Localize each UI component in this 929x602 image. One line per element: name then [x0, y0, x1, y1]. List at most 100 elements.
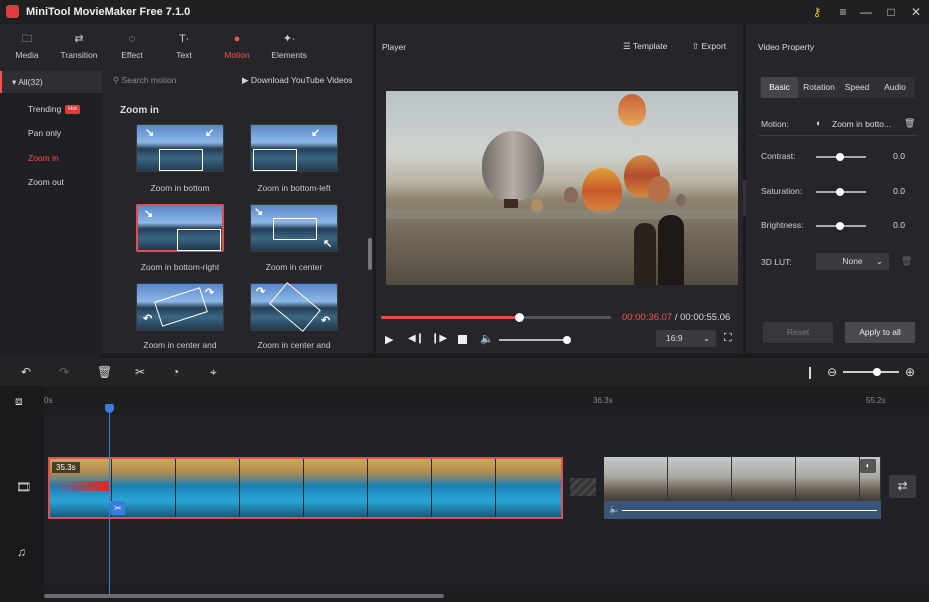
volume-icon[interactable]: 🔈: [480, 332, 494, 345]
aspect-ratio-select[interactable]: 16:9 ⌄: [656, 330, 716, 347]
saturation-slider[interactable]: [816, 188, 866, 196]
menu-icon[interactable]: ≡: [832, 3, 854, 21]
contrast-knob[interactable]: [836, 153, 844, 161]
delete-lut-icon[interactable]: 🗑: [901, 256, 912, 267]
video-preview: [386, 91, 738, 285]
delete-icon[interactable]: 🗑: [97, 365, 112, 379]
split-marker-icon[interactable]: ✂: [111, 501, 125, 515]
tab-elements[interactable]: ✦∙ Elements: [267, 32, 311, 64]
app-logo-icon: [6, 5, 19, 18]
volume-knob[interactable]: [563, 336, 571, 344]
category-trending[interactable]: Trending Hot: [0, 100, 102, 118]
tab-basic[interactable]: Basic: [761, 77, 798, 98]
motion-thumb-zoom-in-center[interactable]: ↘ ↖: [250, 204, 338, 252]
brightness-knob[interactable]: [836, 222, 844, 230]
transition-slot[interactable]: [570, 478, 596, 496]
tab-rotation[interactable]: Rotation: [800, 77, 838, 98]
add-track-icon[interactable]: ⧈: [15, 394, 23, 409]
template-button[interactable]: ☰ Template: [623, 41, 667, 52]
playback-progress[interactable]: [381, 313, 611, 322]
motion-thumb-zoom-in-bottom[interactable]: ↘ ↙: [136, 124, 224, 172]
motion-thumb-zoom-in-center-rotate-1[interactable]: ↶ ↷: [136, 283, 224, 331]
apply-to-all-button[interactable]: Apply to all: [845, 322, 915, 343]
download-youtube-link[interactable]: ▶ Download YouTube Videos: [242, 75, 353, 86]
category-zoom-in[interactable]: Zoom in: [0, 149, 102, 167]
divider: [758, 135, 918, 136]
motion-icon: ◐: [816, 118, 822, 128]
current-time: 00:00:36.07: [622, 312, 673, 323]
lut-select[interactable]: None ⌄: [816, 253, 889, 270]
music-track-icon: ♫: [17, 545, 26, 559]
lut-label: 3D LUT:: [761, 257, 792, 267]
saturation-knob[interactable]: [836, 188, 844, 196]
motion-icon: ●: [233, 33, 241, 45]
contrast-slider[interactable]: [816, 153, 866, 161]
next-frame-icon[interactable]: ❙▶: [431, 333, 447, 344]
playback-progress-knob[interactable]: [515, 313, 524, 322]
audio-waveform-icon[interactable]: ❙: [805, 365, 815, 379]
motion-item-label: Zoom in bottom: [150, 183, 210, 193]
previous-frame-icon[interactable]: ◀❙: [408, 333, 424, 344]
volume-slider[interactable]: [499, 336, 571, 344]
undo-icon[interactable]: ↶: [21, 365, 31, 379]
redo-icon[interactable]: ↷: [59, 365, 69, 379]
play-icon[interactable]: ▶: [385, 333, 393, 346]
total-time: 00:00:55.06: [680, 312, 731, 323]
contrast-value: 0.0: [893, 151, 905, 161]
motion-item-label: Zoom in center and: [257, 340, 331, 350]
clip-volume-icon[interactable]: 🔈: [609, 504, 620, 515]
motion-thumb-zoom-in-bottom-left[interactable]: ↙: [250, 124, 338, 172]
clip-duration-badge: 35.3s: [52, 462, 80, 473]
swap-icon[interactable]: ⇄: [889, 475, 916, 498]
chevron-down-icon: ⌄: [875, 256, 883, 266]
zoom-out-icon[interactable]: ⊖: [827, 365, 837, 379]
fullscreen-icon[interactable]: ⛶: [724, 332, 732, 345]
tab-motion[interactable]: ● Motion: [215, 32, 259, 64]
video-clip-1[interactable]: 35.3s ✂: [48, 457, 563, 519]
reset-button[interactable]: Reset: [763, 322, 833, 343]
stop-icon[interactable]: [458, 335, 467, 344]
zoom-in-icon[interactable]: ⊕: [905, 365, 915, 379]
contrast-label: Contrast:: [761, 151, 796, 161]
export-button[interactable]: ⇧ Export: [692, 41, 726, 52]
player-panel: Player ☰ Template ⇧ Export 00:00:36.07 /…: [376, 24, 743, 353]
timeline-panel: ↶ ↷ 🗑 ✂ ◔ ⌖ ❙ ⊖ ⊕ ⧈ 🎞 ♫ 0s 36.3s 55.2s 3…: [0, 358, 929, 602]
saturation-value: 0.0: [893, 186, 905, 196]
zoom-slider[interactable]: [843, 368, 899, 376]
speed-icon[interactable]: ◔: [172, 365, 179, 379]
app-title: MiniTool MovieMaker Free 7.1.0: [26, 6, 191, 18]
text-icon: T∙: [179, 33, 189, 45]
library-scrollbar[interactable]: [368, 238, 372, 270]
motion-thumb-zoom-in-center-rotate-2[interactable]: ↷ ↶: [250, 282, 338, 332]
tab-speed[interactable]: Speed: [839, 77, 875, 98]
empty-track: [44, 415, 929, 453]
brightness-slider[interactable]: [816, 222, 866, 230]
category-pan-only[interactable]: Pan only: [0, 124, 102, 142]
key-icon[interactable]: ⚷: [806, 3, 828, 21]
motion-thumb-zoom-in-bottom-right[interactable]: ↘: [136, 204, 224, 252]
tab-text[interactable]: T∙ Text: [162, 32, 206, 64]
motion-value: Zoom in botto...: [832, 119, 892, 129]
chevron-down-icon: ⌄: [702, 333, 710, 343]
timeline-scrollbar[interactable]: [44, 594, 444, 598]
close-button[interactable]: ✕: [905, 3, 927, 21]
playhead-handle[interactable]: [105, 404, 114, 413]
category-all[interactable]: ▾ All(32): [0, 71, 102, 93]
tab-transition[interactable]: ⇄ Transition: [57, 32, 101, 64]
split-scissors-icon[interactable]: ✂: [135, 365, 145, 379]
transition-icon: ⇄: [74, 33, 84, 45]
minimize-button[interactable]: —: [855, 3, 877, 21]
zoom-knob[interactable]: [872, 368, 881, 376]
tab-effect[interactable]: ◌ Effect: [110, 32, 154, 64]
delete-motion-icon[interactable]: 🗑: [904, 118, 915, 129]
maximize-button[interactable]: □: [880, 3, 902, 21]
category-zoom-out[interactable]: Zoom out: [0, 173, 102, 191]
search-motion-field[interactable]: ⚲ Search motion: [113, 75, 176, 86]
tab-audio[interactable]: Audio: [877, 77, 913, 98]
video-clip-2[interactable]: ◐ 🔈: [604, 457, 881, 519]
crop-icon[interactable]: ⌖: [210, 365, 217, 380]
ruler-label: 36.3s: [593, 396, 613, 405]
tab-media[interactable]: 🗀 Media: [5, 32, 49, 64]
ruler-label: 0s: [44, 396, 53, 405]
motion-item-label: Zoom in center and: [143, 340, 217, 350]
